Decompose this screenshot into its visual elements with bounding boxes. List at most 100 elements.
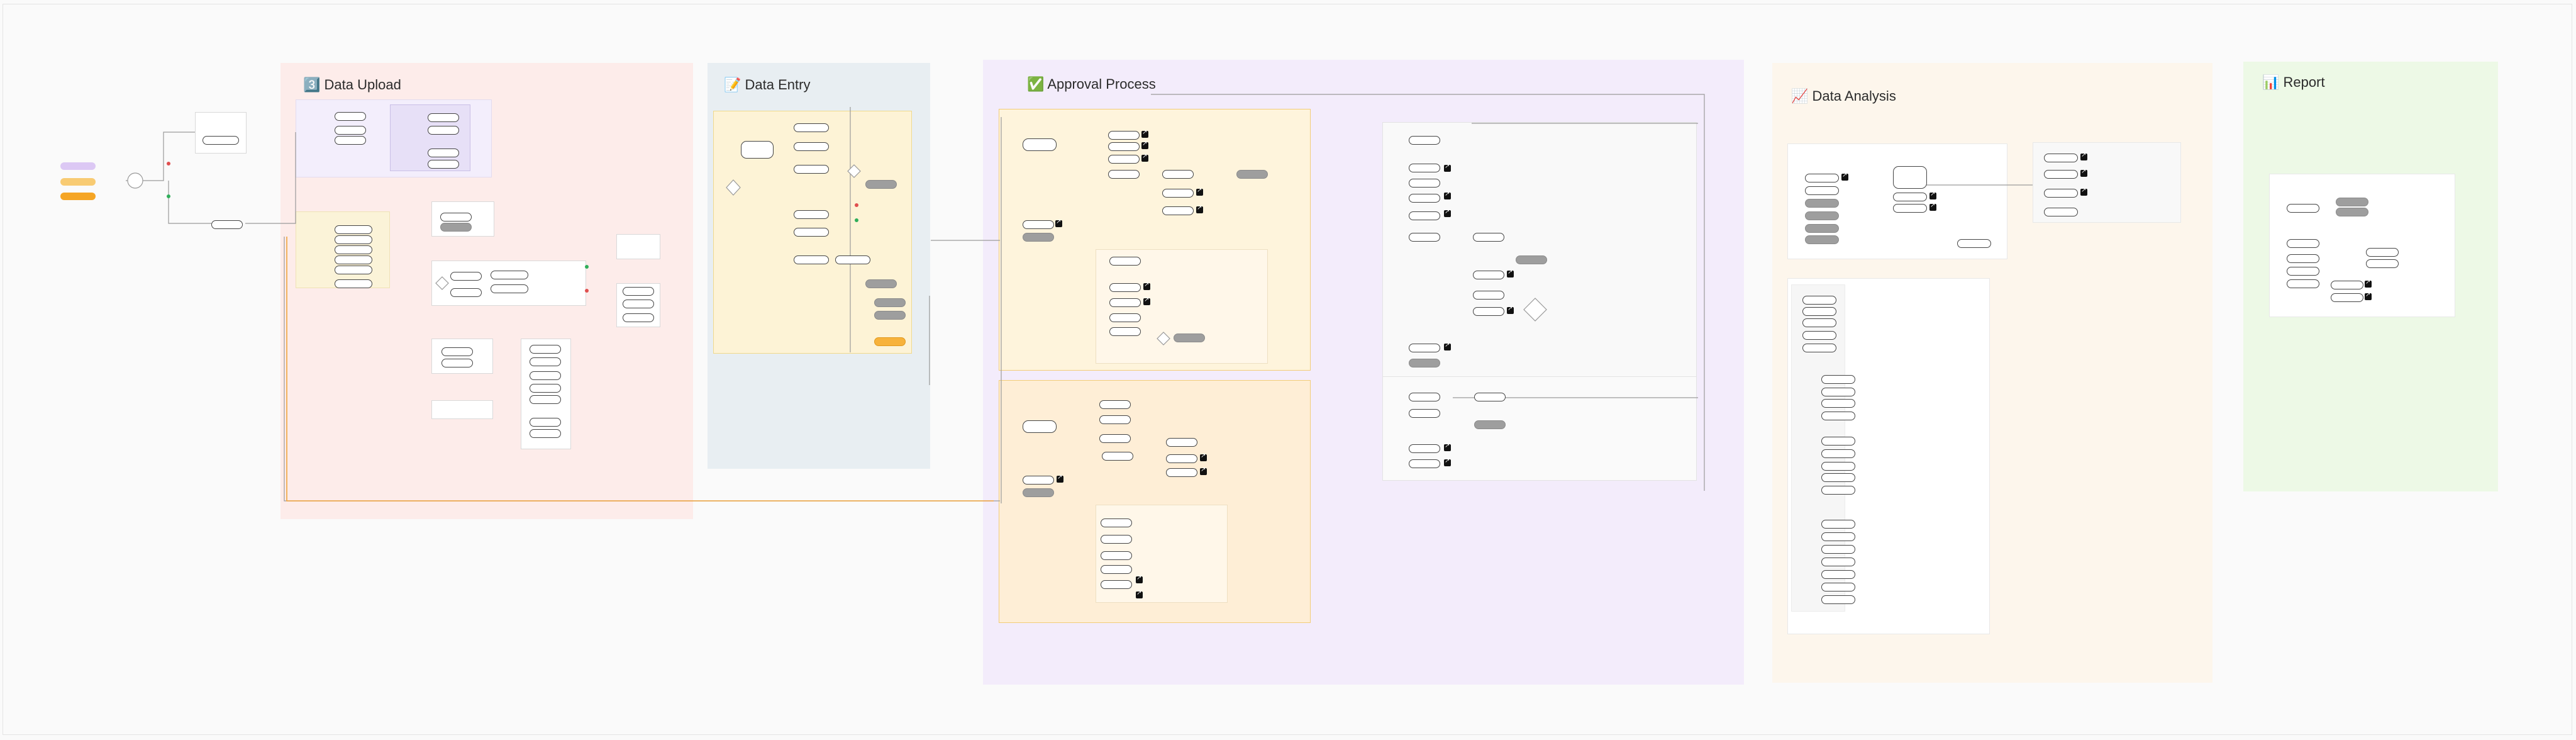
upload-node[interactable]	[450, 288, 482, 297]
approval-node-grey[interactable]	[1409, 359, 1440, 367]
upload-node[interactable]	[450, 272, 482, 281]
analysis-node[interactable]	[1821, 388, 1855, 396]
approval-node[interactable]	[1099, 400, 1131, 409]
approval-node[interactable]	[1102, 452, 1133, 461]
upload-node[interactable]	[441, 347, 473, 356]
approval-node[interactable]	[1099, 415, 1131, 424]
external-link-icon[interactable]	[2080, 152, 2087, 160]
approval-node[interactable]	[1108, 155, 1140, 164]
approval-node[interactable]	[1409, 233, 1440, 242]
analysis-node[interactable]	[2044, 189, 2078, 198]
analysis-node[interactable]	[1821, 532, 1855, 541]
approval-node[interactable]	[1162, 189, 1194, 198]
entry-node-grey[interactable]	[874, 311, 906, 320]
approval-node[interactable]	[1023, 220, 1054, 229]
external-link-icon[interactable]	[1143, 281, 1150, 290]
approval-node[interactable]	[1473, 291, 1504, 300]
upload-node[interactable]	[428, 126, 459, 135]
entry-node-grey[interactable]	[874, 298, 906, 307]
analysis-node[interactable]	[1821, 545, 1855, 554]
upload-node[interactable]	[428, 149, 459, 157]
approval-node-grey[interactable]	[1236, 170, 1268, 179]
report-node[interactable]	[2331, 281, 2363, 289]
analysis-node-grey[interactable]	[1805, 199, 1839, 208]
approval-node[interactable]	[1101, 580, 1132, 589]
upload-node[interactable]	[530, 345, 561, 354]
approval-node[interactable]	[1023, 420, 1057, 433]
entry-node[interactable]	[794, 228, 829, 237]
external-link-icon[interactable]	[2080, 187, 2087, 196]
analysis-node[interactable]	[1821, 449, 1855, 458]
analysis-node[interactable]	[1821, 486, 1855, 495]
external-link-icon[interactable]	[1196, 187, 1203, 196]
upload-node[interactable]	[335, 245, 372, 254]
entry-node-orange[interactable]	[874, 337, 906, 346]
analysis-node[interactable]	[2044, 170, 2078, 179]
analysis-node[interactable]	[1893, 193, 1927, 201]
approval-node[interactable]	[1409, 393, 1440, 401]
external-link-icon[interactable]	[1200, 452, 1207, 461]
analysis-node[interactable]	[2044, 208, 2078, 216]
external-link-icon[interactable]	[1444, 208, 1451, 217]
upload-node-grey[interactable]	[440, 223, 472, 232]
upload-node[interactable]	[335, 279, 372, 288]
analysis-node[interactable]	[1893, 204, 1927, 213]
external-link-icon[interactable]	[1141, 153, 1148, 162]
external-link-icon[interactable]	[1136, 590, 1143, 598]
approval-node-grey[interactable]	[1174, 334, 1205, 342]
report-node[interactable]	[2366, 248, 2399, 257]
external-link-icon[interactable]	[1057, 474, 1063, 483]
diagram-canvas[interactable]: 3️⃣ Data Upload 📝 Data Entry ✅ Approval …	[0, 0, 2576, 740]
analysis-node[interactable]	[1805, 174, 1839, 182]
analysis-node[interactable]	[1802, 331, 1836, 340]
approval-node[interactable]	[1409, 179, 1440, 188]
analysis-node-grey[interactable]	[1805, 235, 1839, 244]
external-link-icon[interactable]	[1141, 129, 1148, 138]
external-link-icon[interactable]	[1200, 466, 1207, 475]
start-node[interactable]	[211, 220, 243, 229]
external-link-icon[interactable]	[1929, 191, 1936, 199]
upload-node[interactable]	[530, 371, 561, 380]
approval-node[interactable]	[1473, 307, 1504, 316]
analysis-node[interactable]	[1821, 437, 1855, 446]
upload-node[interactable]	[491, 284, 528, 293]
entry-node[interactable]	[794, 255, 829, 264]
upload-node[interactable]	[441, 359, 473, 367]
report-node[interactable]	[2331, 293, 2363, 302]
upload-node[interactable]	[530, 418, 561, 427]
analysis-node[interactable]	[1802, 318, 1836, 327]
upload-node[interactable]	[428, 160, 459, 169]
analysis-node[interactable]	[1802, 296, 1836, 305]
approval-node[interactable]	[1166, 454, 1197, 463]
analysis-node[interactable]	[1957, 239, 1991, 248]
external-link-icon[interactable]	[1444, 191, 1451, 199]
report-node[interactable]	[2287, 204, 2319, 213]
external-link-icon[interactable]	[1141, 140, 1148, 149]
upload-node[interactable]	[623, 287, 654, 296]
report-node-grey[interactable]	[2336, 208, 2368, 216]
analysis-node[interactable]	[1893, 166, 1927, 189]
approval-node[interactable]	[1109, 257, 1141, 266]
external-link-icon[interactable]	[1444, 163, 1451, 172]
upload-node[interactable]	[335, 225, 372, 234]
upload-node[interactable]	[623, 300, 654, 308]
approval-node[interactable]	[1101, 551, 1132, 560]
report-node[interactable]	[2287, 267, 2319, 276]
upload-node[interactable]	[530, 395, 561, 404]
approval-node[interactable]	[1409, 409, 1440, 418]
approval-node[interactable]	[1409, 211, 1440, 220]
approval-node[interactable]	[1108, 170, 1140, 179]
approval-node[interactable]	[1409, 459, 1440, 468]
approval-node[interactable]	[1109, 327, 1141, 336]
analysis-node[interactable]	[1821, 462, 1855, 471]
analysis-node[interactable]	[2044, 154, 2078, 162]
approval-node[interactable]	[1101, 565, 1132, 574]
upload-node[interactable]	[335, 235, 372, 244]
analysis-node[interactable]	[1821, 399, 1855, 408]
analysis-node[interactable]	[1821, 520, 1855, 529]
analysis-node[interactable]	[1802, 307, 1836, 316]
upload-node[interactable]	[335, 136, 366, 145]
entry-node[interactable]	[794, 165, 829, 174]
approval-node[interactable]	[1101, 519, 1132, 527]
approval-node[interactable]	[1101, 535, 1132, 544]
